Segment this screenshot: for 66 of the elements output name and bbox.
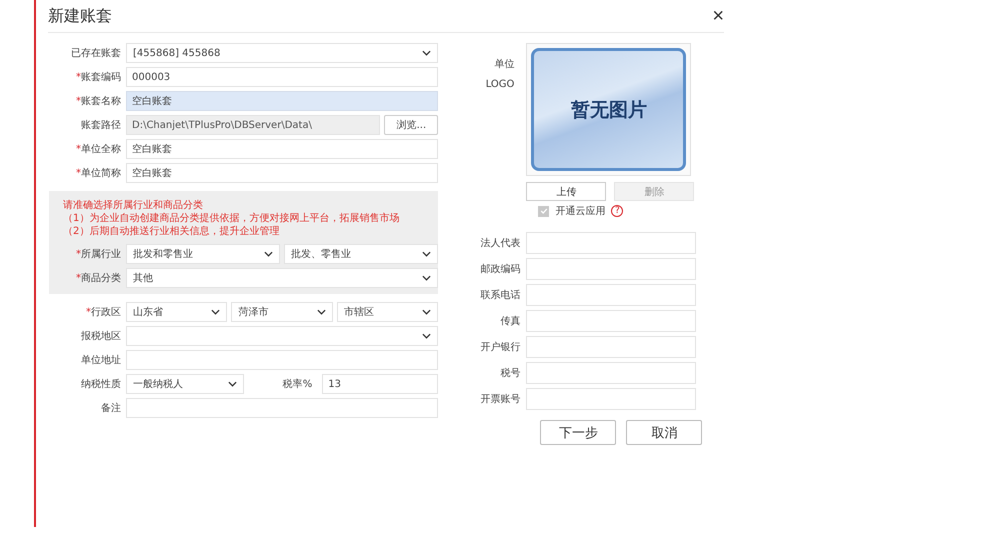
dropdown[interactable]: 市辖区 <box>336 302 438 322</box>
input-field[interactable] <box>526 284 696 306</box>
field-label: 备注 <box>100 402 121 415</box>
dropdown[interactable]: 一般纳税人 <box>126 374 244 394</box>
dropdown[interactable]: 批发、零售业 <box>284 244 438 264</box>
field-label: 单位 <box>494 58 514 72</box>
input-field[interactable] <box>526 310 696 332</box>
chevron-down-icon <box>422 333 432 339</box>
field-label: *商品分类 <box>75 272 121 285</box>
dropdown[interactable] <box>126 326 438 346</box>
input-field[interactable] <box>526 336 696 358</box>
field-label: *单位全称 <box>75 142 121 156</box>
close-button[interactable]: × <box>708 6 728 26</box>
dropdown[interactable]: 山东省 <box>126 302 228 322</box>
checkbox-label: 开通云应用 <box>555 204 606 218</box>
notice-text: （2）后期自动推送行业相关信息，提升企业管理 <box>63 225 280 238</box>
field-label: *行政区 <box>85 306 121 319</box>
field-label: 联系电话 <box>479 288 520 302</box>
dialog-button[interactable]: 取消 <box>626 420 702 445</box>
field-label: 法人代表 <box>479 236 520 250</box>
field-label: 单位地址 <box>80 354 121 367</box>
dropdown[interactable]: 批发和零售业 <box>126 244 280 264</box>
dialog-title: 新建账套 <box>48 6 112 26</box>
input-field[interactable]: 000003 <box>126 67 438 87</box>
input-field[interactable] <box>526 388 696 410</box>
input-field[interactable]: 空白账套 <box>126 163 438 183</box>
dropdown[interactable]: [455868] 455868 <box>126 43 438 63</box>
input-field[interactable] <box>126 350 438 370</box>
placeholder-text: 暂无图片 <box>570 98 647 122</box>
input-field[interactable]: 13 <box>322 374 438 394</box>
input-field[interactable] <box>126 398 438 418</box>
input-field[interactable]: 空白账套 <box>126 91 438 111</box>
field-label: *账套编码 <box>75 70 121 84</box>
input-field[interactable]: 空白账套 <box>126 139 438 159</box>
chevron-down-icon <box>211 309 220 315</box>
chevron-down-icon <box>422 50 432 56</box>
chevron-down-icon <box>422 309 432 315</box>
field-label: 纳税性质 <box>80 378 121 391</box>
field-label: 报税地区 <box>80 330 121 343</box>
dropdown[interactable]: 菏泽市 <box>231 302 333 322</box>
field-label: 账套路径 <box>80 118 121 132</box>
field-label: *账套名称 <box>75 94 121 108</box>
field-label: 开票账号 <box>479 392 520 406</box>
input-field[interactable] <box>526 232 696 254</box>
chevron-down-icon <box>422 275 432 281</box>
field-label: LOGO <box>486 78 514 92</box>
field-label: 已存在账套 <box>70 46 121 60</box>
field-label: 邮政编码 <box>479 262 520 276</box>
chevron-down-icon <box>422 251 432 257</box>
field-label: 传真 <box>499 314 520 328</box>
browse-button[interactable]: 浏览... <box>384 115 438 135</box>
field-label: 税号 <box>499 366 520 380</box>
notice-text: （1）为企业自动创建商品分类提供依据，方便对接网上平台，拓展销售市场 <box>63 212 400 225</box>
input-field[interactable] <box>526 258 696 280</box>
field-label: 开户银行 <box>479 340 520 354</box>
upload-button[interactable]: 上传 <box>526 182 606 201</box>
field-label: *单位简称 <box>75 166 121 180</box>
dialog-button[interactable]: 下一步 <box>540 420 616 445</box>
chevron-down-icon <box>316 309 326 315</box>
chevron-down-icon <box>228 381 238 387</box>
field-label: 税率% <box>282 378 314 391</box>
notice-text: 请准确选择所属行业和商品分类 <box>63 199 204 212</box>
field-label: *所属行业 <box>75 248 121 261</box>
dropdown[interactable]: 其他 <box>126 268 438 288</box>
input-field[interactable] <box>526 362 696 384</box>
chevron-down-icon <box>264 251 274 257</box>
